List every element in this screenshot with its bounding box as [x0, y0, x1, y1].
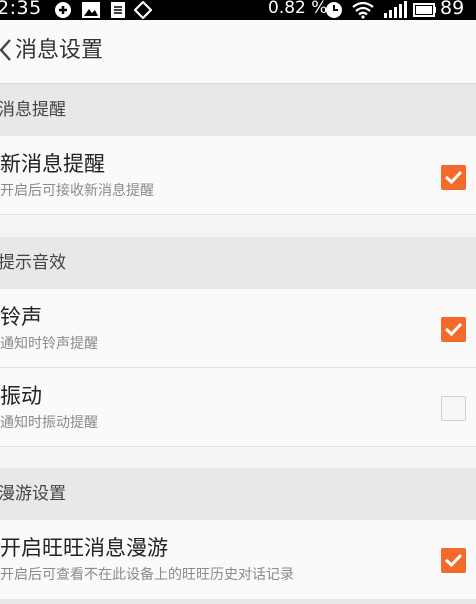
diamond-icon — [133, 0, 153, 20]
battery-percent: 0.82 % — [268, 0, 328, 18]
setting-row-wangwang-roaming[interactable]: 开启旺旺消息漫游 开启后可查看不在此设备上的旺旺历史对话记录 — [0, 520, 476, 604]
page-title: 消息设置 — [15, 38, 104, 63]
checkmark-icon — [444, 553, 463, 568]
image-icon — [81, 1, 101, 20]
setting-row-ringtone[interactable]: 铃声 通知时铃声提醒 — [0, 289, 476, 367]
setting-row-vibration[interactable]: 振动 通知时振动提醒 — [0, 368, 476, 446]
setting-title: 开启旺旺消息漫游 — [0, 536, 168, 560]
setting-title: 新消息提醒 — [0, 152, 105, 176]
section-gap — [0, 215, 476, 237]
app-header: 消息设置 — [0, 20, 476, 84]
setting-subtitle: 通知时振动提醒 — [0, 415, 98, 431]
section-header-roaming-settings: 漫游设置 — [0, 468, 476, 520]
setting-row-new-message-alert[interactable]: 新消息提醒 开启后可接收新消息提醒 — [0, 136, 476, 214]
document-icon — [110, 1, 126, 20]
setting-subtitle: 开启后可查看不在此设备上的旺旺历史对话记录 — [0, 567, 294, 583]
section-gap — [0, 447, 476, 468]
setting-title: 振动 — [0, 384, 42, 408]
new-message-alert-checkbox[interactable] — [441, 165, 466, 190]
wangwang-roaming-checkbox[interactable] — [441, 548, 466, 573]
setting-subtitle: 开启后可接收新消息提醒 — [0, 183, 154, 199]
notification-icon — [54, 1, 72, 20]
status-bar: 2:35 0.82 % 89 — [0, 0, 476, 20]
vibration-checkbox[interactable] — [441, 396, 466, 421]
section-header-sound-effects: 提示音效 — [0, 237, 476, 289]
battery-icon — [413, 1, 437, 20]
ringtone-checkbox[interactable] — [441, 317, 466, 342]
wifi-icon — [352, 1, 374, 20]
chevron-left-icon[interactable] — [0, 38, 12, 66]
status-time: 2:35 — [0, 0, 42, 19]
setting-title: 铃声 — [0, 305, 42, 329]
section-header-message-alert: 消息提醒 — [0, 84, 476, 136]
signal-icon — [383, 1, 407, 20]
checkmark-icon — [444, 170, 463, 185]
setting-subtitle: 通知时铃声提醒 — [0, 336, 98, 352]
battery-level: 89 — [440, 0, 465, 19]
bottom-edge — [0, 599, 476, 604]
checkmark-icon — [444, 322, 463, 337]
alarm-icon — [325, 1, 343, 20]
